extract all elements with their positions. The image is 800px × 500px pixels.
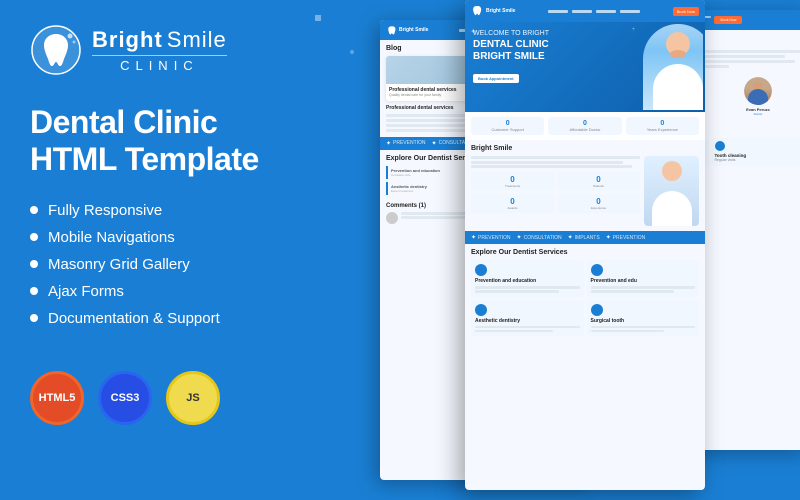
service-card: Surgical tooth [587,300,700,337]
feature-item: Mobile Navigations [30,229,290,246]
service-card: Aesthetic dentistry [471,300,584,337]
logo-bright: Bright [92,27,163,53]
bullet-icon [30,260,38,268]
logo-text: Bright Smile CLINIC [92,27,227,73]
stat-label: Affordable Doctor [551,127,618,132]
ss-front-hero: WELCOME TO BRIGHT DENTAL CLINICBRIGHT SM… [465,22,705,112]
hero-title: DENTAL CLINICBRIGHT SMILE [473,39,596,63]
html5-badge: HTML5 [30,371,84,425]
hero-cta-btn: Book Appointment [473,74,519,83]
main-title: Dental Clinic HTML Template [30,104,290,178]
service-card: Prevention and education [471,260,584,297]
stat-label: Years Experience [629,127,696,132]
feature-item: Ajax Forms [30,283,290,300]
ss-front-banner: ✦ PREVENTION ✦ CONSULTATION ✦ IMPLANTS ✦… [465,231,705,244]
js-badge: JS [166,371,220,425]
team-card: Evan Peruzc Doctor [712,74,800,119]
hero-doctor-image [643,24,703,110]
logo-area: Bright Smile CLINIC [30,24,290,76]
ss-explore-section: Explore Our Dentist Services Prevention … [465,244,705,341]
ss-front-brand: Bright Smile [486,8,515,14]
explore-title: Explore Our Dentist Services [471,249,699,256]
stat-number: 0 [474,120,541,127]
bullet-icon [30,233,38,241]
bullet-icon [30,287,38,295]
hero-pretitle: WELCOME TO BRIGHT [473,30,596,37]
feature-item: Documentation & Support [30,310,290,327]
ss-front-header: Bright Smile Book Now [465,0,705,22]
mockup-container: Bright Smile Book Now About Us [300,0,800,500]
service-card: Prevention and edu [587,260,700,297]
feature-item: Masonry Grid Gallery [30,256,290,273]
css3-badge: CSS3 [98,371,152,425]
right-panel: Bright Smile Book Now About Us [300,0,800,500]
ss-main-section: Bright Smile 0 Treatments [465,140,705,231]
tech-badges: HTML5 CSS3 JS [30,371,290,425]
team-role: Doctor [715,112,800,116]
tooth-logo-icon [30,24,82,76]
ss-brand: Bright Smile [399,27,428,33]
stat-number: 0 [629,120,696,127]
bullet-icon [30,314,38,322]
logo-clinic: CLINIC [92,58,227,73]
bullet-icon [30,206,38,214]
stat-item: 0 Years Experience [626,117,699,135]
feature-item: Fully Responsive [30,202,290,219]
logo-smile: Smile [167,27,227,53]
ss-front-book-btn: Book Now [673,7,699,16]
features-list: Fully Responsive Mobile Navigations Maso… [30,202,290,337]
ss-stats-row: 0 Customer Support 0 Affordable Doctor 0… [465,112,705,140]
logo-divider [92,55,227,56]
stat-item: 0 Customer Support [471,117,544,135]
section-title: Bright Smile [471,145,699,152]
screenshot-front: Bright Smile Book Now WELCOME TO BRIGHT … [465,0,705,490]
stat-label: Customer Support [474,127,541,132]
left-panel: Bright Smile CLINIC Dental Clinic HTML T… [0,0,320,500]
stat-item: 0 Affordable Doctor [548,117,621,135]
stat-number: 0 [551,120,618,127]
